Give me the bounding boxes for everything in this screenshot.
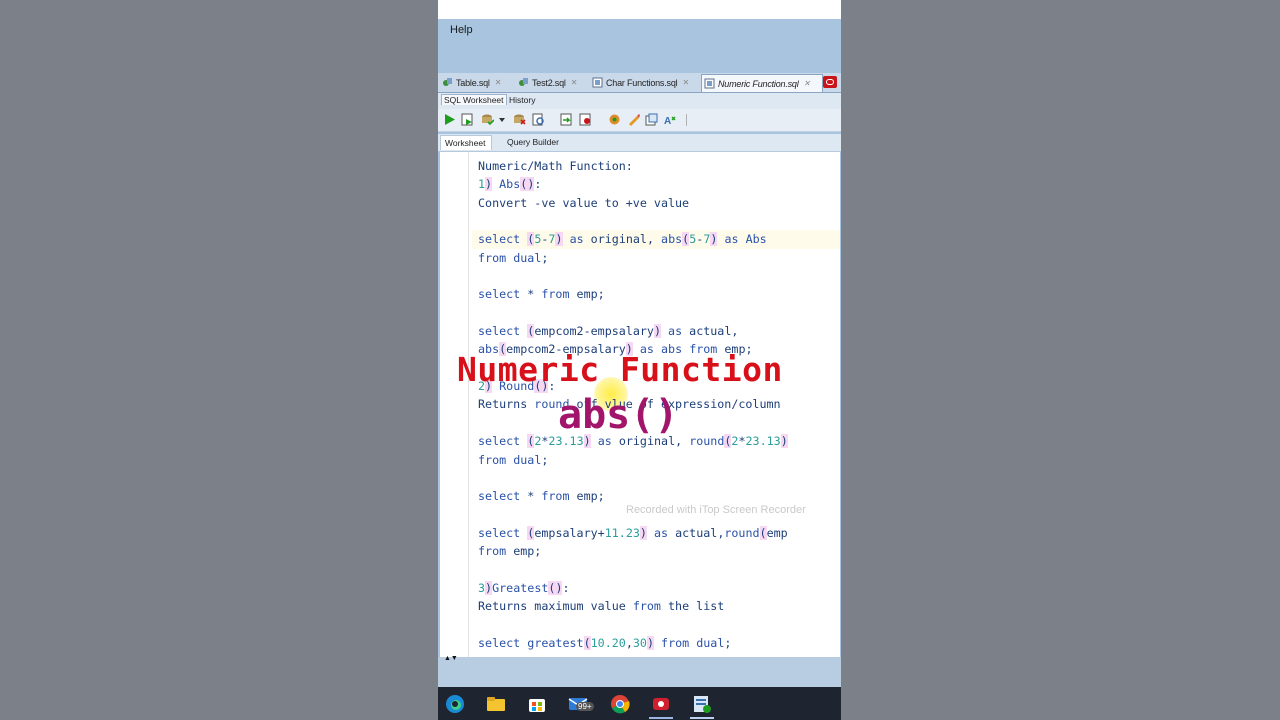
- close-icon[interactable]: ✕: [495, 78, 502, 87]
- active-app-indicator: [649, 717, 673, 719]
- mail-badge: 99+: [576, 702, 594, 711]
- overlay-subtitle: abs(): [558, 392, 679, 438]
- worksheet-toolbar: A: [438, 109, 841, 132]
- scroll-arrows-icon[interactable]: ▲▼: [444, 655, 458, 662]
- line-gutter: [440, 152, 469, 657]
- format-icon[interactable]: [627, 113, 640, 126]
- dropdown-icon[interactable]: [498, 113, 506, 126]
- taskbar: 99+: [438, 687, 841, 720]
- code-line[interactable]: select * from emp;: [478, 285, 840, 303]
- to-upper-icon[interactable]: [645, 113, 658, 126]
- screen-recorder-icon[interactable]: [651, 694, 671, 714]
- close-icon[interactable]: ✕: [682, 78, 689, 87]
- sql-file-icon: [519, 78, 528, 86]
- code-line[interactable]: [478, 469, 840, 487]
- code-line[interactable]: select greatest(10.20,30) from dual;: [478, 634, 840, 652]
- menubar: Help: [438, 19, 841, 69]
- edge-icon[interactable]: [445, 694, 465, 714]
- tab-test2-sql[interactable]: Test2.sql ✕: [516, 74, 577, 91]
- editor-tabs: Worksheet Query Builder: [438, 134, 841, 152]
- code-line[interactable]: 3)Greatest():: [478, 579, 840, 597]
- code-line[interactable]: from emp;: [478, 542, 840, 560]
- code-line[interactable]: from dual;: [478, 451, 840, 469]
- editor-status-strip: ▲▼: [438, 655, 841, 687]
- close-icon[interactable]: ✕: [804, 79, 811, 88]
- code-line[interactable]: [478, 616, 840, 634]
- code-line[interactable]: [478, 304, 840, 322]
- explain-plan-icon[interactable]: [532, 113, 545, 126]
- code-line[interactable]: 1) Abs():: [478, 175, 840, 193]
- document-tabs: Table.sql ✕ Test2.sql ✕ Char Functions.s…: [438, 73, 841, 93]
- code-line[interactable]: [478, 561, 840, 579]
- tab-label: Numeric Function.sql: [718, 78, 799, 89]
- close-icon[interactable]: ✕: [571, 78, 578, 87]
- run-script-icon[interactable]: [461, 113, 474, 126]
- sql-file-icon: [704, 78, 715, 89]
- oracle-tab-icon[interactable]: [823, 76, 837, 88]
- tab-table-sql[interactable]: Table.sql ✕: [440, 74, 501, 91]
- code-line[interactable]: select (empcom2-empsalary) as actual,: [478, 322, 840, 340]
- code-line[interactable]: [478, 212, 840, 230]
- overlay-title: Numeric Function: [457, 350, 783, 389]
- code-line[interactable]: select (5-7) as original, abs(5-7) as Ab…: [472, 230, 840, 249]
- code-line[interactable]: Returns maximum value from the list: [478, 597, 840, 615]
- clear-icon[interactable]: [608, 113, 621, 126]
- code-line[interactable]: Convert -ve value to +ve value: [478, 194, 840, 212]
- store-icon[interactable]: [527, 694, 547, 714]
- code-line[interactable]: select (empsalary+11.23) as actual,round…: [478, 524, 840, 542]
- sql-developer-window: Help Table.sql ✕ Test2.sql ✕ Char Functi…: [438, 0, 841, 720]
- tab-history[interactable]: History: [509, 95, 535, 105]
- tab-sql-worksheet[interactable]: SQL Worksheet: [441, 94, 507, 105]
- tab-numeric-function-sql[interactable]: Numeric Function.sql ✕: [701, 74, 823, 92]
- sql-developer-icon[interactable]: [692, 694, 712, 714]
- tab-query-builder[interactable]: Query Builder: [507, 137, 559, 147]
- tab-label: Table.sql: [456, 77, 490, 88]
- sql-file-icon: [592, 77, 603, 88]
- file-explorer-icon[interactable]: [486, 694, 506, 714]
- rollback-icon[interactable]: [513, 113, 526, 126]
- code-line[interactable]: select * from emp;: [478, 487, 840, 505]
- code-line[interactable]: Numeric/Math Function:: [478, 157, 840, 175]
- tab-char-functions-sql[interactable]: Char Functions.sql ✕: [590, 74, 689, 91]
- worksheet-subtabs: SQL Worksheet History: [438, 93, 841, 109]
- run-statement-icon[interactable]: [443, 113, 456, 126]
- tab-worksheet[interactable]: Worksheet: [440, 135, 493, 150]
- code-line[interactable]: [478, 267, 840, 285]
- chrome-icon[interactable]: [610, 694, 630, 714]
- sql-file-icon: [443, 78, 452, 86]
- autotrace-icon[interactable]: [560, 113, 573, 126]
- code-line[interactable]: from dual;: [478, 249, 840, 267]
- tab-label: Char Functions.sql: [606, 77, 678, 88]
- commit-icon[interactable]: [481, 113, 494, 126]
- toolbar-separator: [686, 114, 687, 126]
- sql-developer-indicator: [690, 717, 714, 719]
- recorder-watermark: Recorded with iTop Screen Recorder: [626, 504, 806, 516]
- sql-tuning-icon[interactable]: [579, 113, 592, 126]
- window-title-area: [438, 0, 841, 19]
- svg-text:A: A: [664, 116, 671, 126]
- find-icon[interactable]: A: [664, 113, 677, 126]
- tab-label: Test2.sql: [532, 77, 566, 88]
- menu-help[interactable]: Help: [450, 24, 473, 36]
